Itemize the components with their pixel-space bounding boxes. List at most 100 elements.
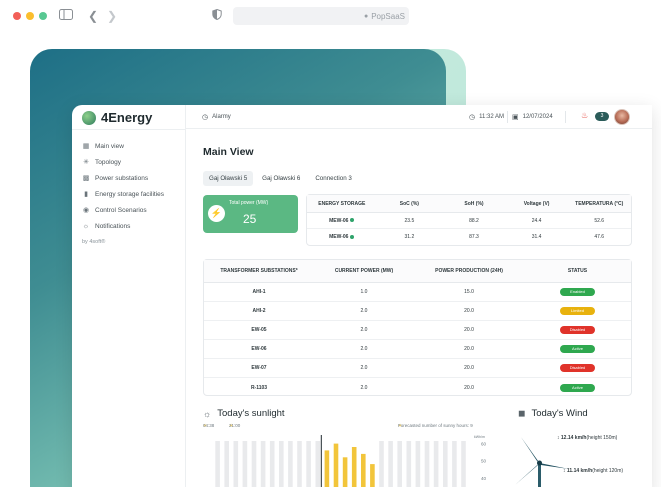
sidebar-item-label: Control Scenarios	[95, 206, 147, 214]
table-row[interactable]: R-1103 2.0 20.0 Active	[204, 378, 631, 397]
battery-icon: ▮	[84, 191, 88, 198]
total-power-label: Total power (MW)	[229, 200, 269, 206]
address-bar[interactable]: ● PopSaaS	[233, 7, 409, 25]
sunlight-bar-chart: kWh/m 60 50 40	[215, 435, 487, 487]
sidebar-item-topology[interactable]: ✳ Topology	[82, 154, 164, 170]
table-header: ENERGY STORAGE SoC (%) SoH (%) Voltage (…	[307, 195, 631, 213]
chart-bar[interactable]	[297, 441, 302, 487]
brand[interactable]: 4Energy	[82, 110, 152, 125]
date-text: 12/07/2024	[522, 114, 553, 120]
chart-bar[interactable]	[379, 441, 384, 487]
total-power-card: ⚡ Total power (MW) 25	[203, 195, 298, 233]
page-title: Main View	[203, 146, 254, 158]
notification-count-badge[interactable]: 3	[595, 112, 609, 121]
chart-bar[interactable]	[224, 441, 229, 487]
chart-bar[interactable]	[461, 441, 466, 487]
y-tick-label: 50	[481, 459, 487, 464]
shield-icon[interactable]	[212, 8, 222, 23]
minimize-window-button[interactable]	[26, 12, 34, 20]
bell-icon[interactable]: ♨	[581, 111, 588, 120]
column-header: SoH (%)	[464, 200, 484, 207]
chart-bar[interactable]	[260, 441, 266, 487]
table-cell: 2.0	[360, 308, 368, 314]
table-cell: 20.0	[464, 346, 474, 352]
sidebar-item-notifications[interactable]: ☼ Notifications	[82, 218, 164, 234]
sidebar-item-label: Notifications	[95, 222, 131, 230]
table-cell: R-1103	[250, 384, 268, 391]
chart-bar[interactable]	[288, 441, 293, 487]
chart-bar[interactable]	[233, 441, 239, 487]
divider	[72, 129, 186, 130]
topbar: ◷ Alarmy ◷ 11:32 AM ▣ 12/07/2024 ♨ 3	[186, 105, 652, 129]
sidebar-item-main-view[interactable]: ▦ Main view	[82, 138, 164, 154]
location-tabs: Gaj Oławski 5 Gaj Oławski 6 Connection 3	[203, 171, 358, 186]
chart-bar[interactable]	[315, 441, 321, 487]
tab-gaj-olawski-5[interactable]: Gaj Oławski 5	[203, 171, 254, 186]
table-header: TRANSFORMER SUBSTATIONS* CURRENT POWER (…	[204, 260, 631, 283]
chart-bar[interactable]	[452, 441, 457, 487]
alarm-clock-icon: ◷	[202, 114, 209, 121]
chart-bar[interactable]	[269, 441, 275, 487]
chart-bar[interactable]	[342, 457, 348, 487]
status-badge: Disabled	[560, 326, 595, 334]
chart-bar[interactable]	[361, 453, 366, 487]
chart-bar[interactable]	[397, 441, 402, 487]
chart-bar[interactable]	[251, 441, 257, 487]
column-header: Voltage (V)	[523, 200, 550, 207]
date-display[interactable]: ▣ 12/07/2024	[512, 113, 553, 121]
leaf-logo-icon	[82, 110, 96, 125]
sidebar-item-energy-storage[interactable]: ▮ Energy storage facilities	[82, 186, 164, 202]
status-badge: Disabled	[560, 364, 595, 372]
chart-bar[interactable]	[388, 441, 393, 487]
table-row[interactable]: MEW-06 23.5 88.2 24.4 52.6	[307, 213, 631, 229]
chart-bar[interactable]	[324, 450, 330, 487]
close-window-button[interactable]	[13, 12, 21, 20]
chart-bar[interactable]	[333, 443, 339, 487]
alarm-button[interactable]: ◷ Alarmy	[202, 113, 231, 121]
back-icon[interactable]: ❮	[88, 9, 98, 23]
chart-bar[interactable]	[406, 441, 412, 487]
table-row[interactable]: MEW-06 31.2 87.3 31.4 47.6	[307, 229, 631, 245]
chart-bar[interactable]	[370, 464, 375, 487]
sidebar-toggle-icon[interactable]	[59, 9, 73, 23]
y-axis-label: kWh/m	[474, 435, 485, 439]
wind-turbine-icon	[515, 437, 569, 487]
substations-table: TRANSFORMER SUBSTATIONS* CURRENT POWER (…	[203, 259, 632, 396]
time-text: 11:32 AM	[479, 114, 505, 120]
table-row[interactable]: AHI-1 1.0 15.0 Enabled	[204, 283, 631, 302]
topology-icon: ✳	[83, 159, 89, 166]
forward-icon[interactable]: ❯	[107, 9, 117, 23]
table-row[interactable]: EW-07 2.0 20.0 Disabled	[204, 359, 631, 378]
maximize-window-button[interactable]	[39, 12, 47, 20]
table-row[interactable]: EW-05 2.0 20.0 Disabled	[204, 321, 631, 340]
wind-title: Today's Wind	[531, 408, 588, 419]
app-window: 4Energy ▦ Main view ✳ Topology ▩ Power s…	[72, 105, 652, 487]
table-cell: EW-07	[251, 365, 267, 371]
tab-gaj-olawski-6[interactable]: Gaj Oławski 6	[256, 171, 306, 186]
chart-bar[interactable]	[351, 447, 357, 487]
user-avatar[interactable]	[614, 109, 630, 125]
column-header: TRANSFORMER SUBSTATIONS*	[220, 268, 298, 274]
brand-name: 4Energy	[101, 110, 153, 125]
sun-icon: ☼	[203, 408, 212, 419]
table-cell: Limited	[524, 307, 631, 315]
screenshot-root: ❮ ❯ ● PopSaaS 4Energy ▦ Main view ✳ Topo…	[0, 0, 661, 487]
chart-bar[interactable]	[443, 441, 448, 487]
column-header: ENERGY STORAGE	[318, 200, 366, 207]
chart-bar[interactable]	[433, 441, 439, 487]
chart-bar[interactable]	[424, 441, 430, 487]
chart-bar[interactable]	[215, 441, 220, 487]
chart-bar[interactable]	[415, 441, 421, 487]
table-row[interactable]: AHI-2 2.0 20.0 Limited	[204, 302, 631, 321]
chart-bar[interactable]	[279, 441, 284, 487]
sidebar-item-control-scenarios[interactable]: ◉ Control Scenarios	[82, 202, 164, 218]
table-cell: 2.0	[360, 327, 368, 333]
tab-connection-3[interactable]: Connection 3	[309, 171, 357, 186]
status-badge: Limited	[560, 307, 595, 315]
table-row[interactable]: EW-06 2.0 20.0 Active	[204, 340, 631, 359]
sidebar-item-power-substations[interactable]: ▩ Power substations	[82, 170, 164, 186]
time-display: ◷ 11:32 AM	[469, 113, 504, 121]
chart-bar[interactable]	[306, 441, 311, 487]
status-badge: Enabled	[560, 288, 595, 296]
chart-bar[interactable]	[242, 441, 248, 487]
